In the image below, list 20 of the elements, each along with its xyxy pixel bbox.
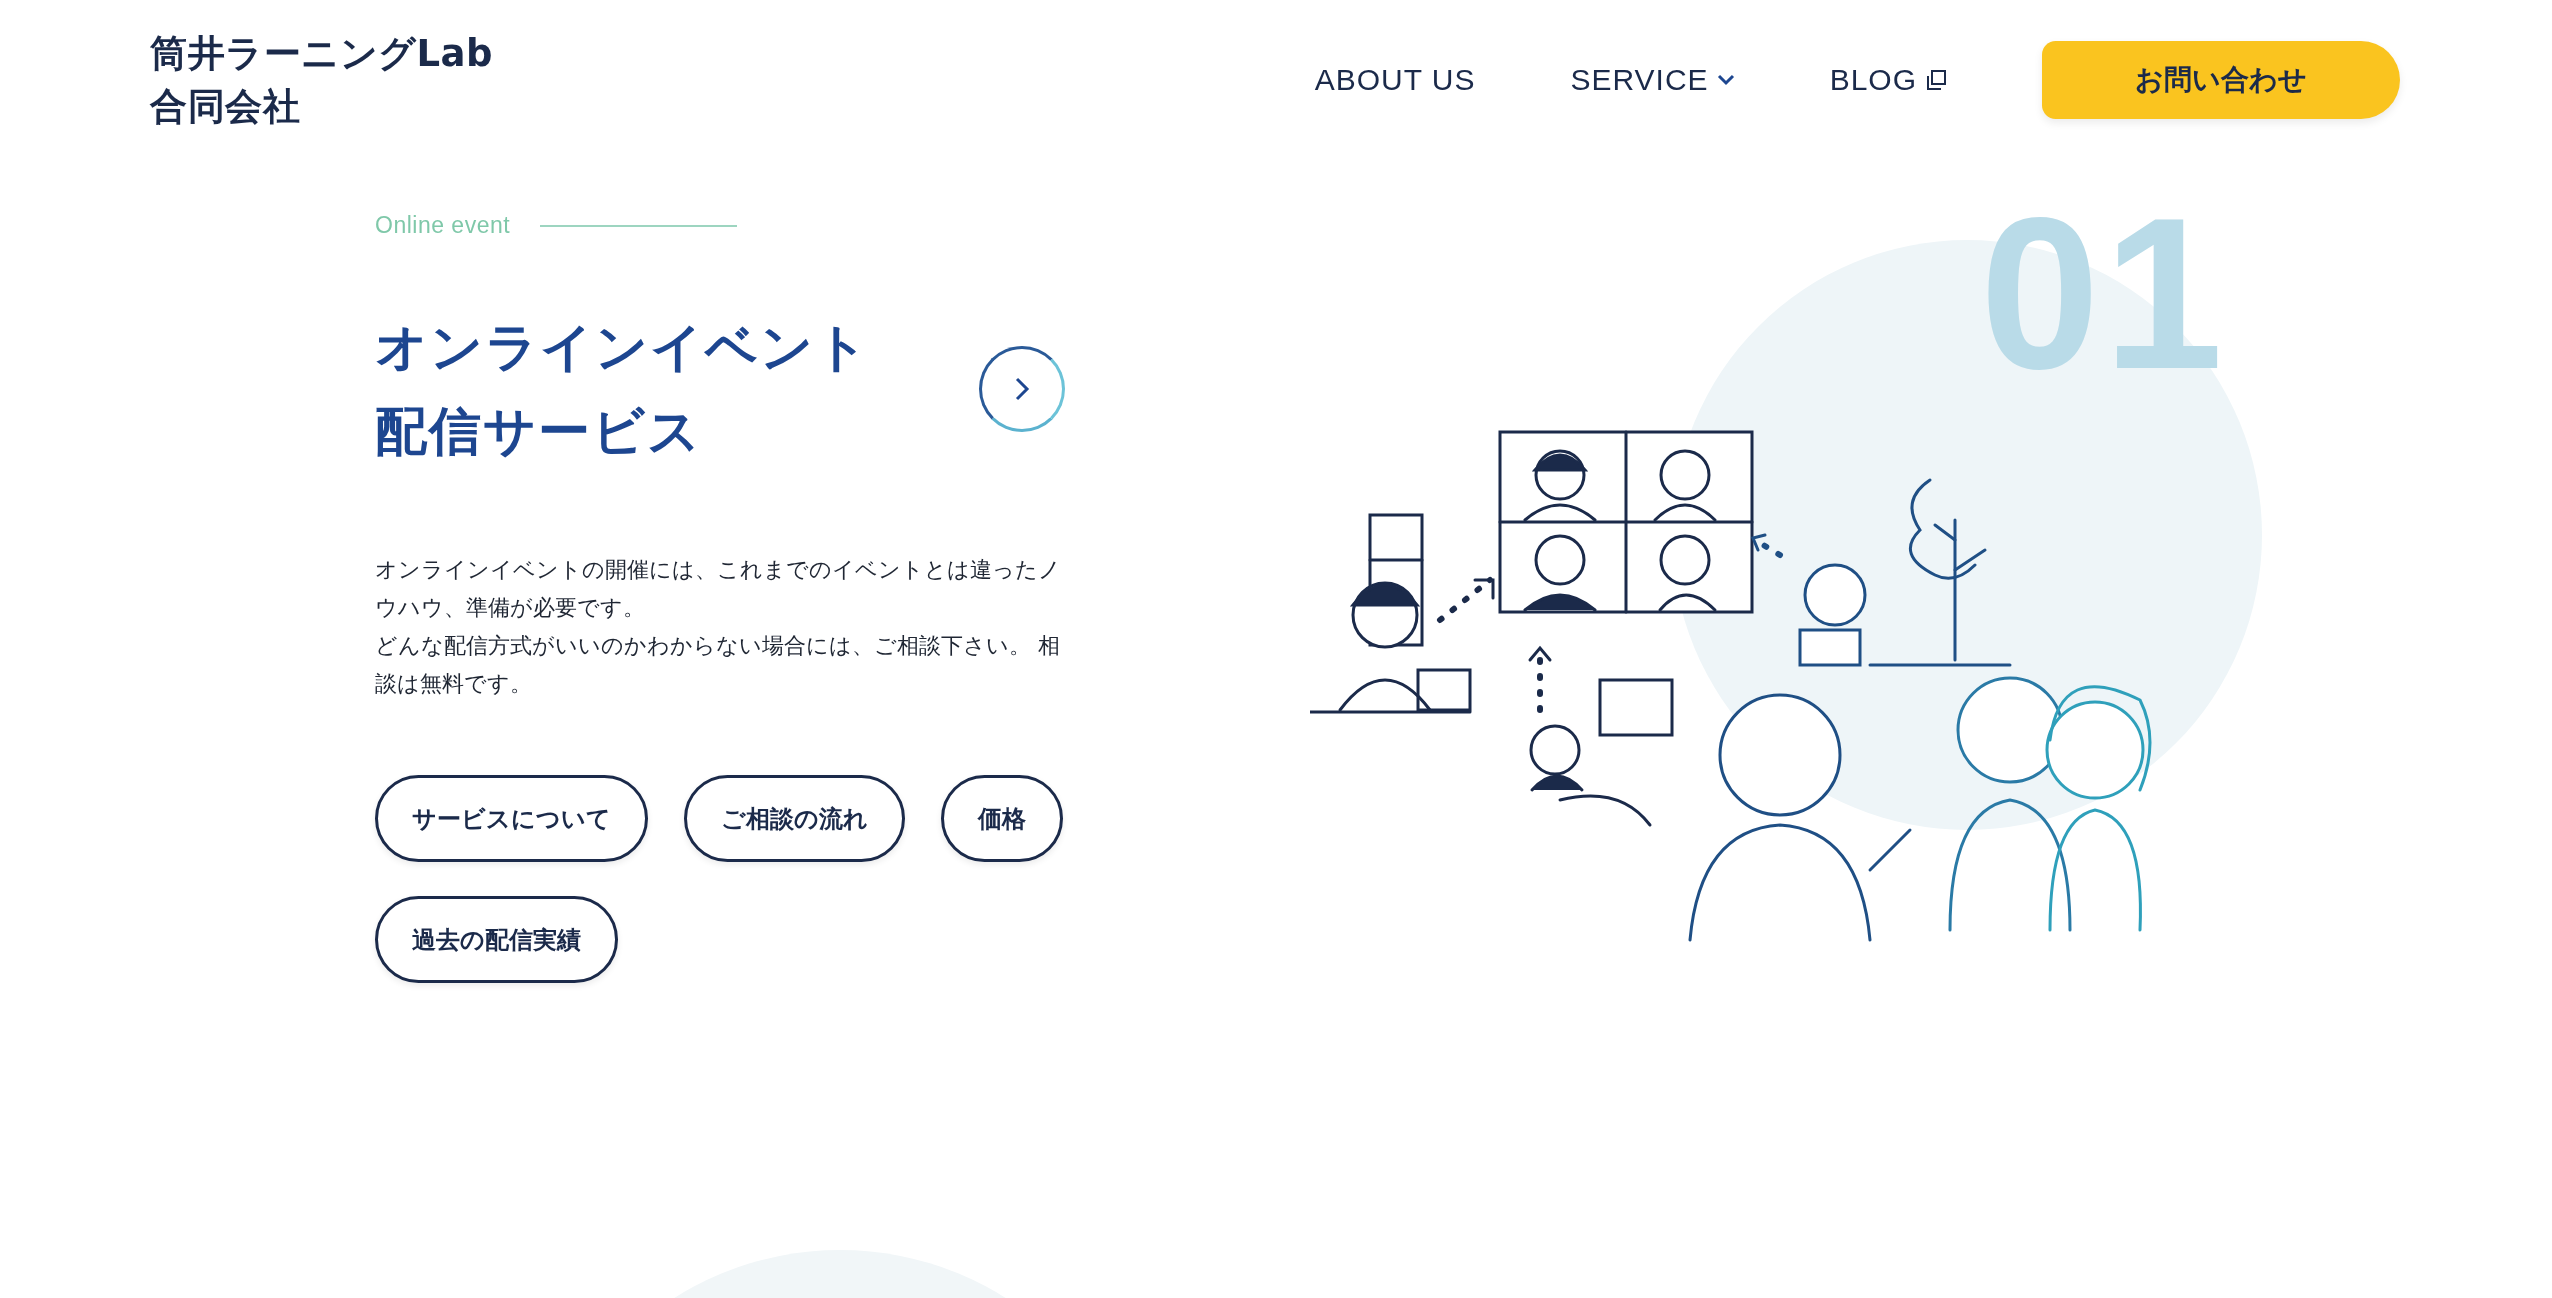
- section-number: 01: [1980, 172, 2228, 416]
- eyebrow-label: Online event: [375, 212, 511, 239]
- section-link-button[interactable]: サービスについて: [375, 775, 648, 862]
- contact-button[interactable]: お問い合わせ: [2042, 41, 2400, 119]
- description-text: オンラインイベントの開催には、これまでのイベントとは違ったノウハウ、準備が必要です。: [375, 556, 1062, 622]
- section-link-button[interactable]: 価格: [941, 775, 1063, 862]
- service-title: オンラインイベント 配信サービス: [375, 316, 870, 463]
- nav-link[interactable]: SERVICE: [1570, 63, 1735, 97]
- section-link-button[interactable]: 過去の配信実績: [375, 896, 618, 983]
- section-link-button[interactable]: ご相談の流れ: [684, 775, 905, 862]
- description-text: どんな配信方式がいいのかわからない場合には、ご相談下さい。 相談は無料です。: [375, 632, 1061, 698]
- nav-link[interactable]: ABOUT US: [1314, 63, 1476, 97]
- external-link-icon: [1925, 69, 1947, 91]
- nav-label: SERVICE: [1570, 63, 1709, 97]
- chevron-down-icon: [1716, 74, 1735, 86]
- nav-label: BLOG: [1829, 63, 1917, 97]
- logo[interactable]: 筒井ラーニングLab 合同会社: [150, 27, 494, 133]
- chevron-right-icon: [1014, 376, 1030, 402]
- next-button[interactable]: [979, 346, 1065, 432]
- nav-link[interactable]: BLOG: [1829, 63, 1947, 97]
